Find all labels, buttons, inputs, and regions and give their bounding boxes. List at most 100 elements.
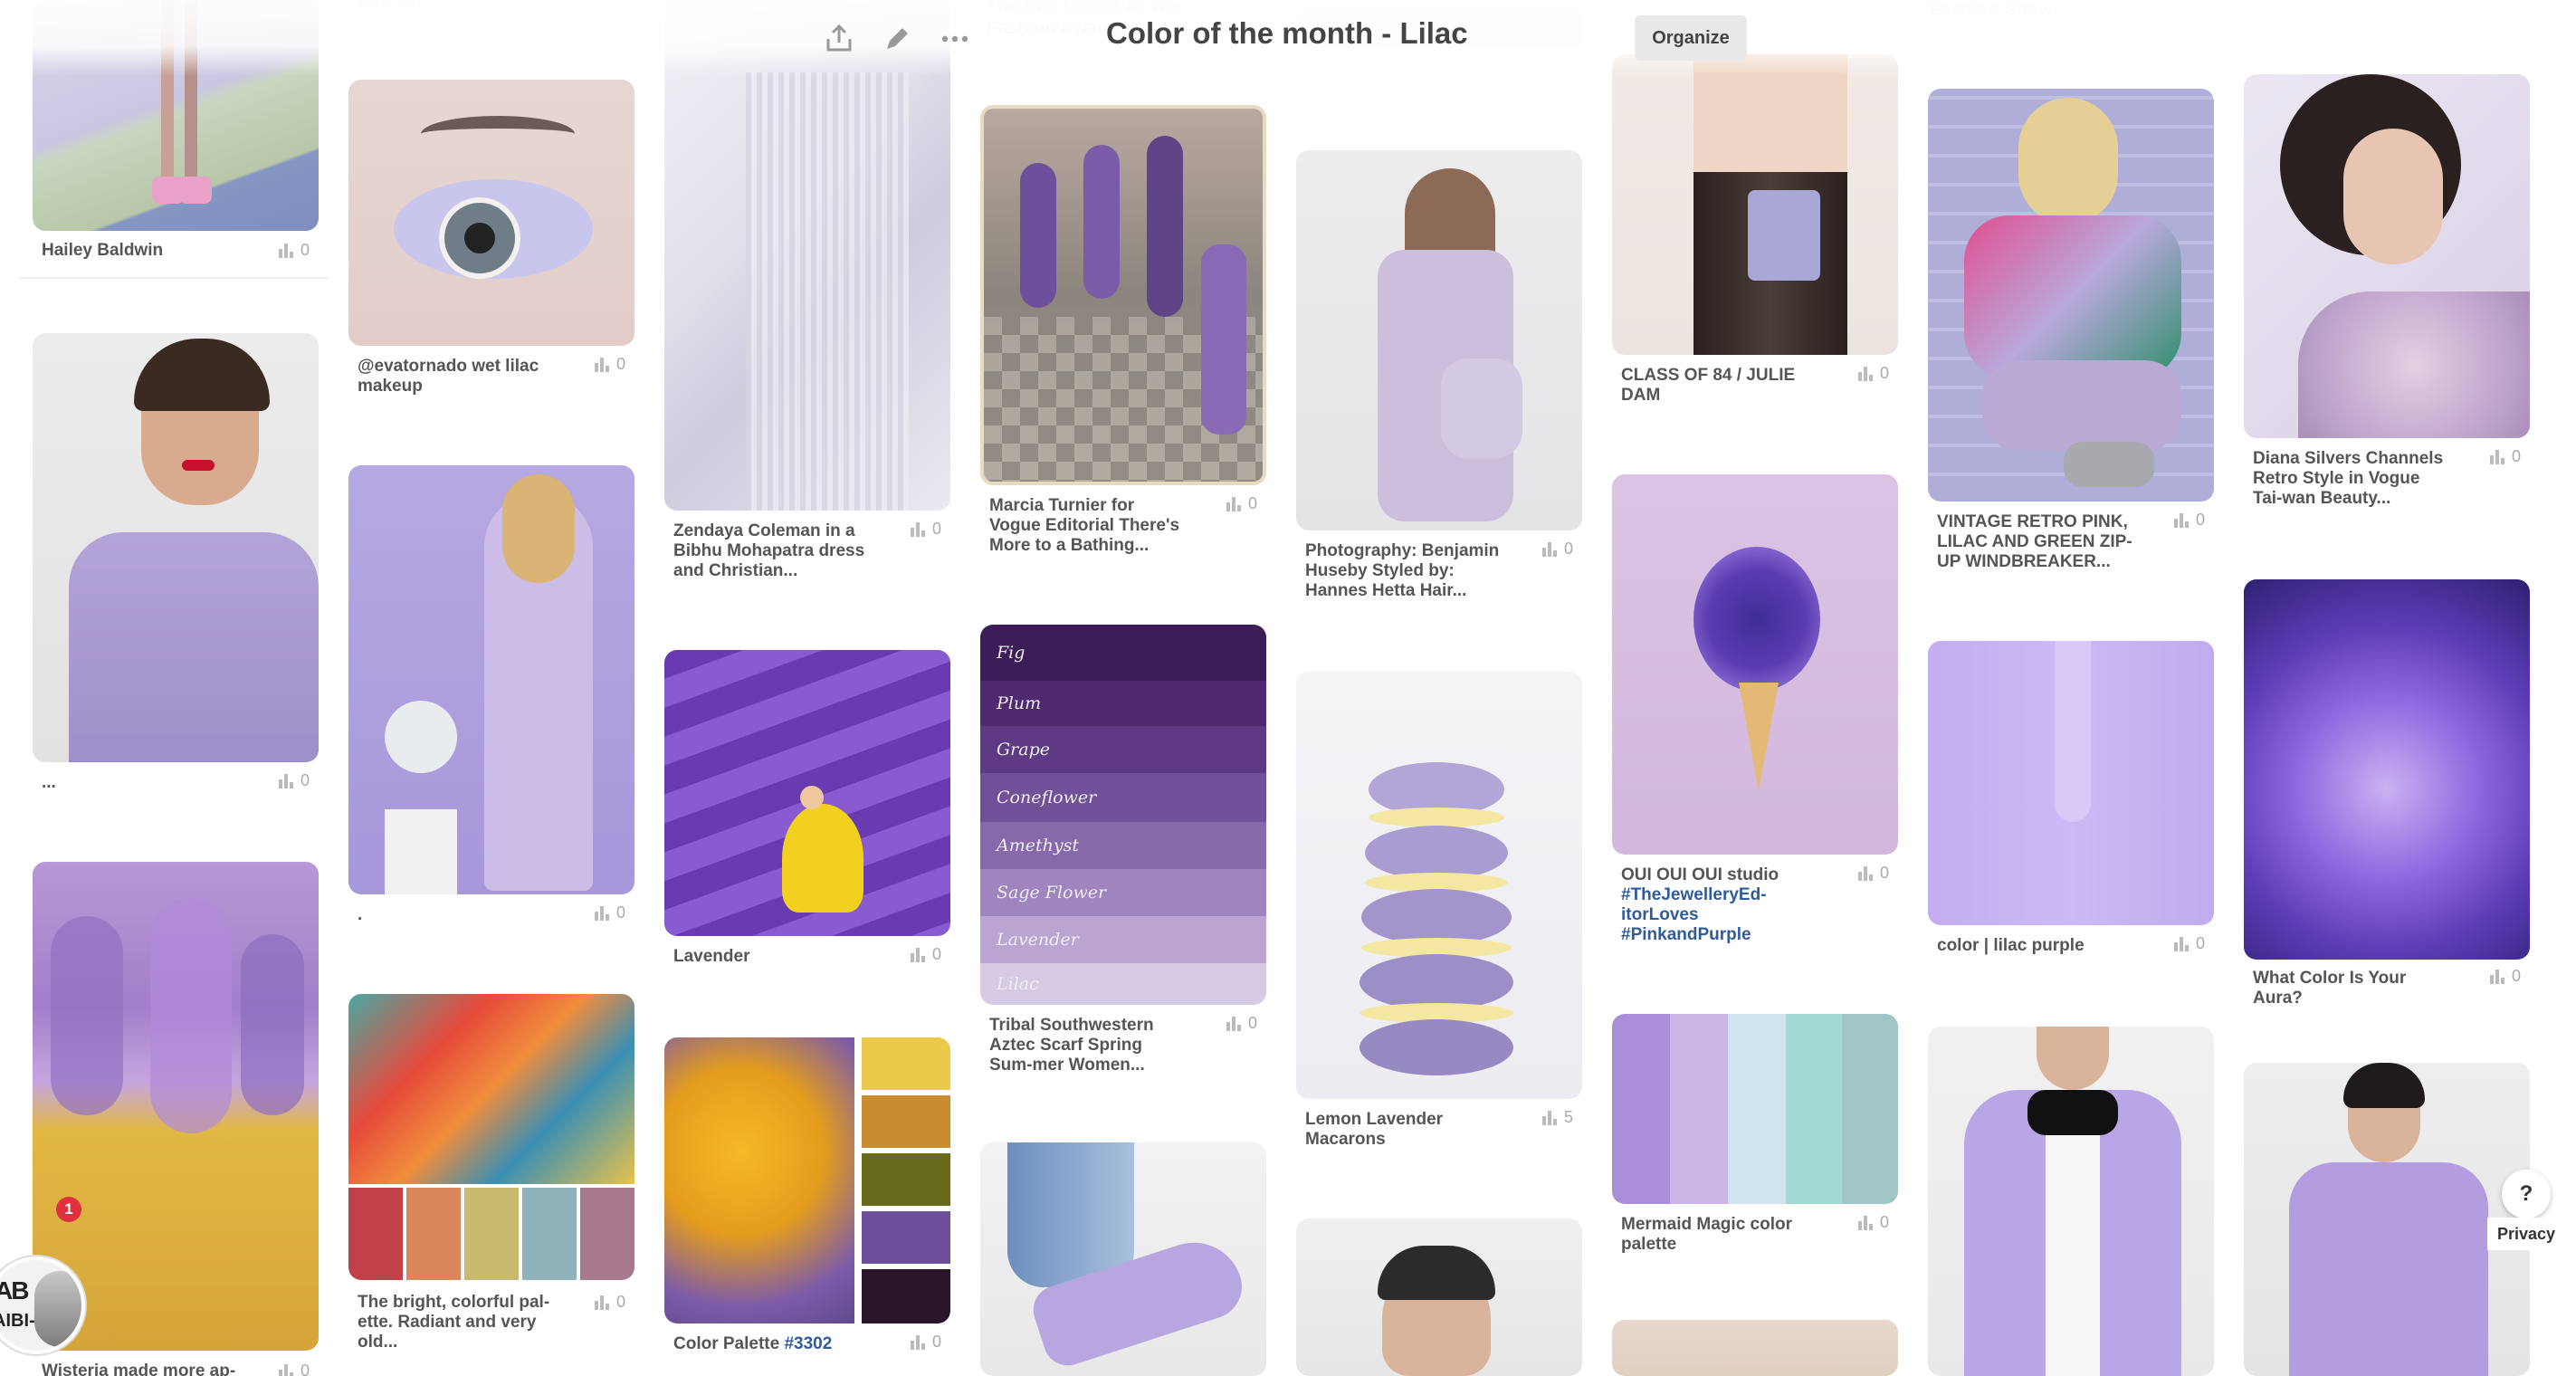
pin-caption[interactable]: OUI OUI OUI studio #TheJewelleryEd-itorL… bbox=[1621, 865, 1820, 945]
pin-stats: 0 bbox=[2489, 447, 2521, 466]
pin-stats: 0 bbox=[594, 1293, 625, 1312]
pin-caption[interactable]: Tribal Southwestern Aztec Scarf Spring S… bbox=[989, 1016, 1188, 1075]
pin-caption[interactable]: Diana Silvers Channels Retro Style in Vo… bbox=[2253, 449, 2452, 509]
pin-caption[interactable]: Lavender bbox=[673, 947, 873, 967]
pin-stats: 0 bbox=[1857, 864, 1889, 883]
pin-caption[interactable]: Zendaya Coleman in a Bibhu Mohapatra dre… bbox=[673, 521, 873, 581]
pin-caption[interactable]: The bright, colorful pal-ette. Radiant a… bbox=[358, 1293, 557, 1352]
pin-caption[interactable]: Hailey Baldwin bbox=[42, 241, 241, 261]
pin-image[interactable] bbox=[2244, 579, 2530, 960]
pin-image[interactable] bbox=[664, 1037, 950, 1323]
pin-caption[interactable]: What Color Is Your Aura? bbox=[2253, 969, 2452, 1008]
pin-image[interactable] bbox=[980, 105, 1266, 485]
pin-count: 5 bbox=[1563, 1108, 1573, 1126]
help-button[interactable]: ? bbox=[2502, 1170, 2551, 1218]
edit-icon[interactable] bbox=[876, 18, 918, 60]
bar-chart-icon bbox=[278, 243, 293, 258]
palette-swatch: Amethyst bbox=[980, 822, 1266, 869]
palette-swatch: Lavender bbox=[980, 916, 1266, 963]
bar-chart-icon bbox=[2489, 969, 2504, 984]
pin-count: 0 bbox=[1247, 494, 1257, 512]
bar-chart-icon bbox=[1226, 496, 1241, 511]
pin-image[interactable] bbox=[980, 1142, 1266, 1376]
pin-stats: 0 bbox=[594, 355, 625, 374]
bar-chart-icon bbox=[2173, 512, 2189, 528]
avatar-photo bbox=[34, 1271, 81, 1347]
pin-caption[interactable]: ... bbox=[42, 773, 241, 793]
pin-image[interactable] bbox=[1928, 89, 2214, 502]
palette-swatch: Lilac bbox=[980, 963, 1266, 1005]
pin-image[interactable] bbox=[33, 333, 319, 762]
pin-caption-text: Color Palette bbox=[673, 1334, 785, 1353]
pin-stats: 0 bbox=[1226, 1014, 1257, 1033]
board-header: Color of the month - Lilac Organize bbox=[0, 0, 2576, 72]
pin-caption[interactable]: Mermaid Magic color palette bbox=[1621, 1215, 1820, 1255]
share-icon[interactable] bbox=[818, 18, 860, 60]
bar-chart-icon bbox=[2173, 936, 2189, 951]
pin-count: 0 bbox=[931, 945, 941, 963]
pin-image[interactable] bbox=[1296, 150, 1582, 530]
pin-stats: 0 bbox=[278, 771, 310, 790]
pin-image[interactable] bbox=[664, 0, 950, 511]
pin-count: 0 bbox=[1563, 540, 1573, 558]
pin-caption[interactable]: Wisteria made more ap- bbox=[42, 1362, 259, 1376]
pin-stats: 0 bbox=[278, 1362, 310, 1376]
bar-chart-icon bbox=[2489, 449, 2504, 464]
pin-image[interactable] bbox=[1928, 641, 2214, 925]
bar-chart-icon bbox=[1541, 1110, 1557, 1125]
pin-image[interactable] bbox=[1612, 1320, 1898, 1376]
pin-image[interactable] bbox=[348, 465, 634, 894]
pin-caption[interactable]: @evatornado wet lilac makeup bbox=[358, 357, 557, 397]
pin-stats: 5 bbox=[1541, 1108, 1573, 1127]
pin-caption[interactable]: Marcia Turnier for Vogue Editorial There… bbox=[989, 496, 1188, 556]
pin-stats: 0 bbox=[1541, 540, 1573, 559]
pin-image[interactable] bbox=[348, 994, 634, 1280]
pin-count: 0 bbox=[2195, 511, 2205, 529]
pin-image[interactable] bbox=[1296, 1218, 1582, 1376]
pin-caption[interactable]: Color Palette #3302 bbox=[673, 1334, 873, 1354]
palette-swatch: Grape bbox=[980, 726, 1266, 773]
bar-chart-icon bbox=[594, 357, 609, 372]
pin-image[interactable] bbox=[1928, 1027, 2214, 1376]
pin-stats: 0 bbox=[2173, 934, 2205, 953]
bar-chart-icon bbox=[278, 1363, 293, 1376]
pin-count: 0 bbox=[615, 903, 625, 922]
pin-image[interactable] bbox=[2244, 74, 2530, 438]
pin-image[interactable] bbox=[1612, 1014, 1898, 1204]
pin-caption[interactable]: VINTAGE RETRO PINK, LILAC AND GREEN ZIP-… bbox=[1937, 512, 2136, 572]
pin-count: 0 bbox=[1879, 364, 1889, 382]
pin-caption[interactable]: color | lilac purple bbox=[1937, 936, 2136, 956]
palette-swatch: Plum bbox=[980, 681, 1266, 726]
more-icon[interactable] bbox=[934, 18, 976, 60]
notification-badge[interactable]: 1 bbox=[56, 1197, 81, 1222]
pin-caption[interactable]: CLASS OF 84 / JULIE DAM bbox=[1621, 366, 1820, 406]
pin-image[interactable]: Fig Plum Grape Coneflower Amethyst Sage … bbox=[980, 625, 1266, 1005]
organize-button[interactable]: Organize bbox=[1635, 15, 1747, 61]
pin-image[interactable] bbox=[1612, 474, 1898, 855]
bar-chart-icon bbox=[1857, 865, 1873, 881]
pin-count: 0 bbox=[1879, 864, 1889, 882]
bar-chart-icon bbox=[910, 521, 925, 537]
divider bbox=[20, 277, 328, 279]
bar-chart-icon bbox=[910, 947, 925, 962]
hashtag-link[interactable]: #TheJewelleryEd-itorLoves #PinkandPurple bbox=[1621, 885, 1767, 944]
palette-swatch: Coneflower bbox=[980, 773, 1266, 822]
pin-count: 0 bbox=[300, 1362, 310, 1376]
pin-caption[interactable]: Photography: Benjamin Huseby Styled by: … bbox=[1305, 541, 1504, 601]
privacy-link[interactable]: Privacy bbox=[2487, 1218, 2565, 1250]
pin-stats: 0 bbox=[910, 520, 941, 539]
pin-count: 0 bbox=[931, 520, 941, 538]
pin-image[interactable] bbox=[1296, 672, 1582, 1099]
pin-stats: 0 bbox=[910, 945, 941, 964]
palette-swatch: Fig bbox=[980, 625, 1266, 681]
pin-image[interactable] bbox=[348, 80, 634, 346]
pin-count: 0 bbox=[615, 355, 625, 373]
pin-caption[interactable]: . bbox=[358, 905, 557, 925]
pin-image[interactable] bbox=[664, 650, 950, 936]
bar-chart-icon bbox=[278, 773, 293, 788]
pin-caption[interactable]: Lemon Lavender Macarons bbox=[1305, 1110, 1504, 1150]
pin-image[interactable] bbox=[1612, 54, 1898, 355]
pin-stats: 0 bbox=[594, 903, 625, 922]
pin-count: 0 bbox=[931, 1333, 941, 1351]
hashtag-link[interactable]: #3302 bbox=[784, 1334, 832, 1353]
